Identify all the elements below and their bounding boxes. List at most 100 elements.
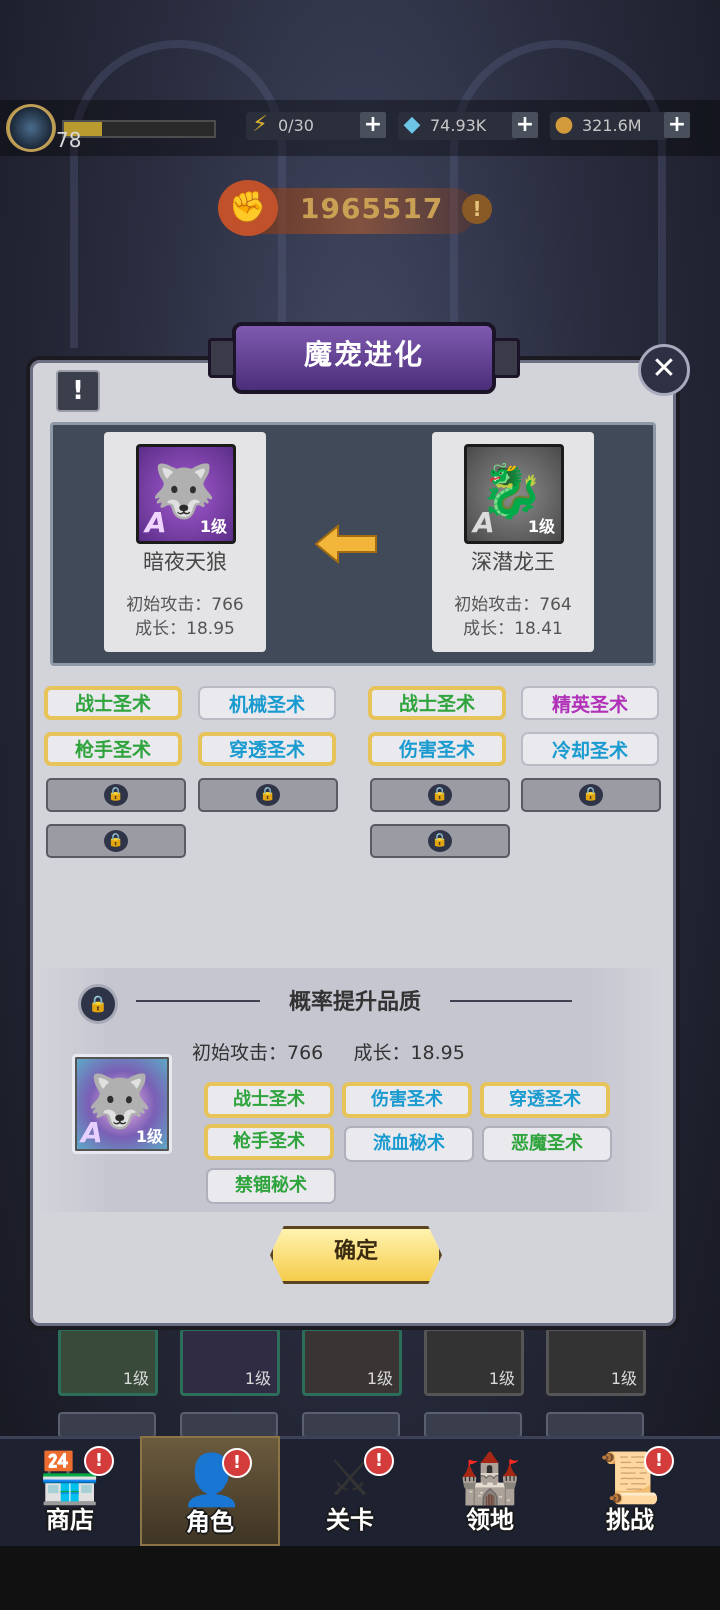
xp-bar	[62, 120, 216, 138]
locked-skill-slot[interactable]: 🔒	[198, 778, 338, 812]
lock-icon: 🔒	[256, 784, 280, 806]
result-skill[interactable]: 战士圣术	[204, 1082, 334, 1118]
pet-grade: A	[473, 506, 495, 539]
power-info-button[interactable]: !	[462, 194, 492, 224]
add-energy-button[interactable]: +	[360, 112, 386, 138]
target-pet-attack: 初始攻击：766	[126, 595, 244, 615]
pet-level: 1级	[199, 517, 227, 536]
player-level: 78	[56, 128, 82, 152]
locked-skill-slot[interactable]: 🔒	[370, 824, 510, 858]
pet-slot-level: 1级	[610, 1369, 637, 1388]
nav-label: 关卡	[326, 1506, 374, 1534]
pet-level: 1级	[527, 517, 555, 536]
nav-label: 领地	[466, 1506, 514, 1534]
background-arch	[450, 40, 666, 348]
lock-icon: 🔒	[428, 784, 452, 806]
pet-slot-row2	[302, 1412, 400, 1438]
arrow-left-icon	[314, 524, 377, 564]
title-divider	[450, 1000, 572, 1002]
target-skill[interactable]: 枪手圣术	[44, 732, 182, 766]
nav-challenge[interactable]: 📜 ! 挑战	[560, 1436, 700, 1546]
pet-slot-level: 1级	[122, 1369, 149, 1388]
source-pet-portrait: 🐉 A 1级	[464, 444, 564, 544]
target-pet-name: 暗夜天狼	[143, 550, 227, 574]
gem-counter: ◆ 74.93K	[398, 112, 518, 140]
nav-stages[interactable]: ⚔ ! 关卡	[280, 1436, 420, 1546]
result-skill[interactable]: 禁锢秘术	[206, 1168, 336, 1204]
alert-badge-icon: !	[644, 1446, 674, 1476]
pet-grade: A	[81, 1116, 103, 1149]
result-skill[interactable]: 穿透圣术	[480, 1082, 610, 1118]
result-skill[interactable]: 恶魔圣术	[482, 1126, 612, 1162]
combat-power: 1965517	[300, 192, 444, 225]
source-pet-attack: 初始攻击：764	[454, 595, 572, 615]
pet-slot-row2	[546, 1412, 644, 1438]
pet-slot[interactable]: 1级	[546, 1328, 646, 1396]
lock-icon: 🔒	[579, 784, 603, 806]
dialog-title: 魔宠进化	[208, 322, 520, 394]
source-skill[interactable]: 伤害圣术	[368, 732, 506, 766]
target-skill[interactable]: 机械圣术	[198, 686, 336, 720]
add-gems-button[interactable]: +	[512, 112, 538, 138]
target-pet-portrait: 🐺 A 1级	[136, 444, 236, 544]
system-nav-strip	[0, 1546, 720, 1610]
alert-badge-icon: !	[84, 1446, 114, 1476]
nav-label: 商店	[46, 1506, 94, 1534]
pet-slot-row2	[424, 1412, 522, 1438]
source-pet-card[interactable]: 🐉 A 1级 深潜龙王 初始攻击：764 成长：18.41	[432, 432, 594, 652]
result-skill[interactable]: 枪手圣术	[204, 1124, 334, 1160]
energy-value: 0/30	[278, 116, 314, 135]
source-pet-name: 深潜龙王	[471, 550, 555, 574]
pet-slot[interactable]: 1级	[424, 1328, 524, 1396]
alert-badge-icon: !	[222, 1448, 252, 1478]
rules-info-button[interactable]: !	[56, 370, 100, 412]
result-skill[interactable]: 伤害圣术	[342, 1082, 472, 1118]
pet-slot-row2	[180, 1412, 278, 1438]
pet-slot[interactable]: 1级	[180, 1328, 280, 1396]
lock-icon: 🔒	[428, 830, 452, 852]
probability-stats: 初始攻击：766 成长：18.95	[192, 1038, 465, 1065]
pet-grade: A	[145, 506, 167, 539]
pet-level: 1级	[135, 1127, 163, 1146]
source-pet-growth: 成长：18.41	[463, 619, 563, 639]
gold-value: 321.6M	[582, 116, 642, 135]
nav-character[interactable]: 👤 ! 角色	[140, 1436, 280, 1546]
target-pet-growth: 成长：18.95	[135, 619, 235, 639]
coin-icon: ●	[554, 112, 574, 137]
pet-slot-level: 1级	[244, 1369, 271, 1388]
player-level-emblem[interactable]	[6, 104, 56, 152]
gem-value: 74.93K	[430, 116, 487, 135]
result-pet-portrait[interactable]: 🐺 A 1级	[72, 1054, 172, 1154]
target-skill[interactable]: 穿透圣术	[198, 732, 336, 766]
target-skill[interactable]: 战士圣术	[44, 686, 182, 720]
pet-slot[interactable]: 1级	[302, 1328, 402, 1396]
close-button[interactable]: ✕	[638, 344, 690, 396]
add-gold-button[interactable]: +	[664, 112, 690, 138]
lightning-icon: ⚡	[252, 112, 268, 137]
confirm-button[interactable]: 确定	[270, 1226, 442, 1284]
probability-attack: 初始攻击：766	[192, 1042, 324, 1064]
gold-counter: ● 321.6M	[550, 112, 668, 140]
target-pet-card[interactable]: 🐺 A 1级 暗夜天狼 初始攻击：766 成长：18.95	[104, 432, 266, 652]
pet-slot-level: 1级	[488, 1369, 515, 1388]
source-skill[interactable]: 冷却圣术	[521, 732, 659, 766]
locked-skill-slot[interactable]: 🔒	[521, 778, 661, 812]
lock-icon: 🔒	[104, 830, 128, 852]
energy-counter: ⚡ 0/30	[246, 112, 362, 140]
result-skill[interactable]: 流血秘术	[344, 1126, 474, 1162]
lock-toggle-icon[interactable]: 🔒	[78, 984, 118, 1024]
probability-title: 概率提升品质	[288, 990, 421, 1015]
probability-growth: 成长：18.95	[353, 1042, 465, 1064]
nav-shop[interactable]: 🏪 ! 商店	[0, 1436, 140, 1546]
locked-skill-slot[interactable]: 🔒	[46, 778, 186, 812]
pet-slot[interactable]: 1级	[58, 1328, 158, 1396]
nav-territory[interactable]: 🏰 领地	[420, 1436, 560, 1546]
locked-skill-slot[interactable]: 🔒	[46, 824, 186, 858]
source-skill[interactable]: 精英圣术	[521, 686, 659, 720]
fist-icon: ✊	[218, 180, 278, 236]
title-divider	[136, 1000, 260, 1002]
locked-skill-slot[interactable]: 🔒	[370, 778, 510, 812]
alert-badge-icon: !	[364, 1446, 394, 1476]
source-skill[interactable]: 战士圣术	[368, 686, 506, 720]
nav-label: 挑战	[606, 1506, 654, 1534]
